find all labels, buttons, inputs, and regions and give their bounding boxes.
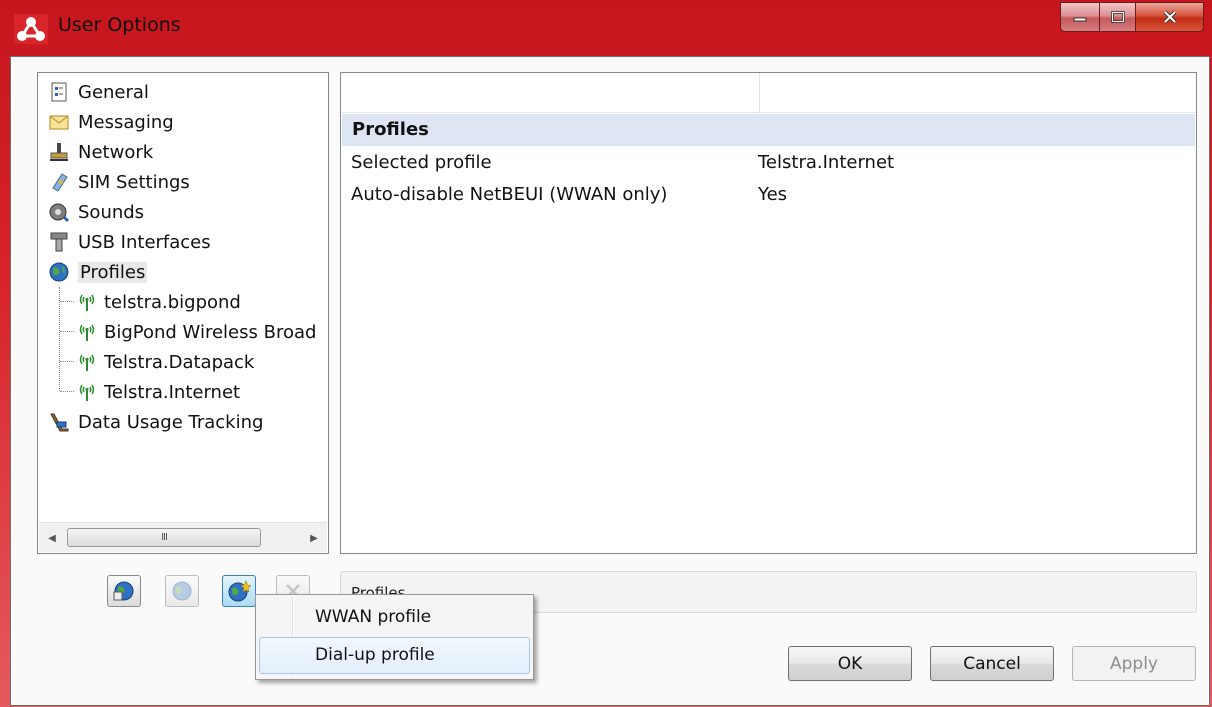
globe-icon xyxy=(49,262,69,282)
grid-category-profiles[interactable]: Profiles xyxy=(342,114,1195,146)
antenna-icon xyxy=(79,294,95,311)
tree-item-label: Profiles xyxy=(78,261,148,283)
edit-profile-icon xyxy=(172,581,192,601)
dialog-body: General Messaging Network SIM Settings S… xyxy=(11,57,1209,705)
minimize-icon xyxy=(1073,17,1087,22)
dialog-client-area: General Messaging Network SIM Settings S… xyxy=(10,56,1210,706)
grid-row-value[interactable]: Telstra.Internet xyxy=(758,148,894,178)
antenna-icon xyxy=(79,384,95,401)
antenna-icon xyxy=(79,324,95,341)
window-title: User Options xyxy=(58,14,181,36)
tree-connector xyxy=(60,331,74,332)
usage-tracking-icon xyxy=(50,413,69,432)
add-profile-icon xyxy=(228,580,251,602)
apply-button[interactable]: Apply xyxy=(1072,646,1196,681)
maximize-icon xyxy=(1110,11,1125,23)
close-button[interactable] xyxy=(1136,2,1204,32)
caption-buttons xyxy=(1060,2,1204,32)
menu-item-dialup-profile[interactable]: Dial-up profile xyxy=(259,637,530,674)
tree-item-label: Data Usage Tracking xyxy=(78,411,264,433)
scroll-right-arrow-icon[interactable]: ▶ xyxy=(305,529,323,547)
envelope-icon xyxy=(49,115,69,130)
tree-item-profile-telstra-datapack[interactable]: Telstra.Datapack xyxy=(76,348,254,376)
edit-profile-button[interactable] xyxy=(165,575,199,607)
grid-column-divider[interactable] xyxy=(759,73,760,113)
tree-item-network[interactable]: Network xyxy=(48,138,153,166)
tree-item-label: USB Interfaces xyxy=(78,231,211,253)
tree-item-general[interactable]: General xyxy=(48,78,149,106)
tree-item-sounds[interactable]: Sounds xyxy=(48,198,144,226)
new-profile-menu: WWAN profile Dial-up profile xyxy=(255,594,534,680)
tree-item-label: SIM Settings xyxy=(78,171,190,193)
tree-item-label: General xyxy=(78,81,149,103)
property-grid[interactable]: Profiles Selected profile Telstra.Intern… xyxy=(340,72,1197,554)
tree-item-profile-telstra-bigpond[interactable]: telstra.bigpond xyxy=(76,288,241,316)
tree-item-label: Network xyxy=(78,141,154,163)
tree-item-data-usage-tracking[interactable]: Data Usage Tracking xyxy=(48,408,263,436)
tree-connector xyxy=(60,391,74,392)
tree-horizontal-scrollbar[interactable]: ◀ III ▶ xyxy=(39,522,327,552)
tree-item-label: Messaging xyxy=(78,111,174,133)
tree-connector xyxy=(59,287,60,391)
network-icon xyxy=(50,143,68,161)
tree-list: General Messaging Network SIM Settings S… xyxy=(38,73,328,521)
cancel-button[interactable]: Cancel xyxy=(930,646,1054,681)
grid-row[interactable]: Auto-disable NetBEUI (WWAN only) Yes xyxy=(341,180,1196,210)
grid-header xyxy=(341,73,1196,113)
tree-item-label: Telstra.Internet xyxy=(104,381,241,403)
tree-item-messaging[interactable]: Messaging xyxy=(48,108,174,136)
tree-connector xyxy=(60,361,74,362)
tree-item-sim-settings[interactable]: SIM Settings xyxy=(48,168,190,196)
scrollbar-grip: III xyxy=(161,532,168,543)
connect-profile-icon xyxy=(113,581,134,601)
grid-row-key: Auto-disable NetBEUI (WWAN only) xyxy=(351,184,668,205)
general-icon xyxy=(51,82,67,102)
tree-item-label: BigPond Wireless Broad xyxy=(104,321,317,343)
connect-profile-button[interactable] xyxy=(107,575,141,607)
scroll-left-arrow-icon[interactable]: ◀ xyxy=(43,529,61,547)
minimize-button[interactable] xyxy=(1060,2,1100,32)
usb-icon xyxy=(50,232,68,252)
tree-item-usb-interfaces[interactable]: USB Interfaces xyxy=(48,228,211,256)
tree-item-label: telstra.bigpond xyxy=(104,291,241,313)
tree-item-label: Sounds xyxy=(78,201,145,223)
tree-connector xyxy=(60,301,74,302)
options-tree[interactable]: General Messaging Network SIM Settings S… xyxy=(37,72,329,554)
grid-row-value[interactable]: Yes xyxy=(758,180,787,210)
grid-row[interactable]: Selected profile Telstra.Internet xyxy=(341,148,1196,178)
grid-row-key: Selected profile xyxy=(351,152,492,173)
scrollbar-thumb[interactable]: III xyxy=(67,528,261,547)
tree-item-profiles[interactable]: Profiles xyxy=(48,258,148,286)
antenna-icon xyxy=(79,354,95,371)
title-bar[interactable]: User Options xyxy=(0,0,1212,56)
speaker-icon xyxy=(49,203,70,223)
close-icon xyxy=(1163,10,1176,24)
menu-item-wwan-profile[interactable]: WWAN profile xyxy=(259,599,530,636)
ok-button[interactable]: OK xyxy=(788,646,912,681)
sim-card-icon xyxy=(52,173,68,192)
tree-item-profile-bigpond-wireless[interactable]: BigPond Wireless Broad xyxy=(76,318,316,346)
app-logo-icon xyxy=(14,14,48,44)
add-profile-button[interactable] xyxy=(222,575,256,607)
maximize-button[interactable] xyxy=(1100,2,1136,32)
user-options-window: User Options General Messaging Network S… xyxy=(0,0,1212,707)
tree-item-profile-telstra-internet[interactable]: Telstra.Internet xyxy=(76,378,240,406)
tree-item-label: Telstra.Datapack xyxy=(104,351,255,373)
